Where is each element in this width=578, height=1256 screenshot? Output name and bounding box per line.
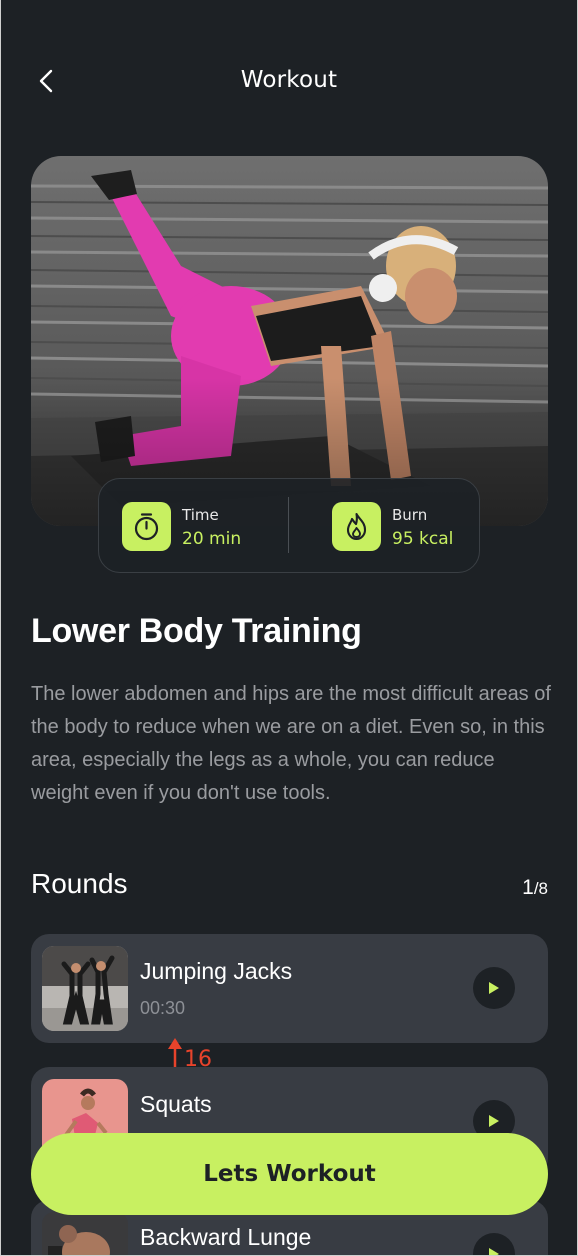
play-button[interactable] <box>473 1233 515 1255</box>
workout-stats: Time 20 min Burn 95 kcal <box>98 478 480 573</box>
stat-burn-label: Burn <box>392 506 428 524</box>
flame-icon <box>332 502 381 551</box>
stat-time-value: 20 min <box>182 529 242 549</box>
page-title: Workout <box>240 67 338 93</box>
hero-image <box>31 156 548 526</box>
round-thumbnail <box>42 946 128 1031</box>
rounds-current: 1 <box>522 876 534 899</box>
workout-description: The lower abdomen and hips are the most … <box>31 683 551 804</box>
round-duration: 00:30 <box>140 998 186 1018</box>
stat-time-label: Time <box>182 506 219 524</box>
header: Workout <box>1 55 577 105</box>
lets-workout-button[interactable]: Lets Workout <box>31 1133 548 1215</box>
round-name: Jumping Jacks <box>140 958 293 984</box>
play-icon <box>489 1248 499 1255</box>
workout-screen: Workout Time 20 min Burn 95 kcal Lower B… <box>0 0 578 1256</box>
workout-photo <box>31 156 548 526</box>
play-icon <box>489 1115 499 1127</box>
workout-title: Lower Body Training <box>31 612 362 650</box>
stopwatch-icon <box>122 502 171 551</box>
stat-burn-value: 95 kcal <box>392 529 454 549</box>
rounds-title: Rounds <box>31 868 128 899</box>
round-thumbnail <box>42 1212 128 1255</box>
stats-divider <box>288 497 289 553</box>
round-name: Backward Lunge <box>140 1224 312 1250</box>
rounds-counter: 1/8 <box>522 876 548 900</box>
play-icon <box>489 982 499 994</box>
rounds-header: Rounds 1/8 <box>31 868 548 908</box>
round-item[interactable]: Jumping Jacks 00:30 <box>31 934 548 1043</box>
play-button[interactable] <box>473 967 515 1009</box>
round-name: Squats <box>140 1091 212 1117</box>
rounds-total: /8 <box>533 879 548 898</box>
